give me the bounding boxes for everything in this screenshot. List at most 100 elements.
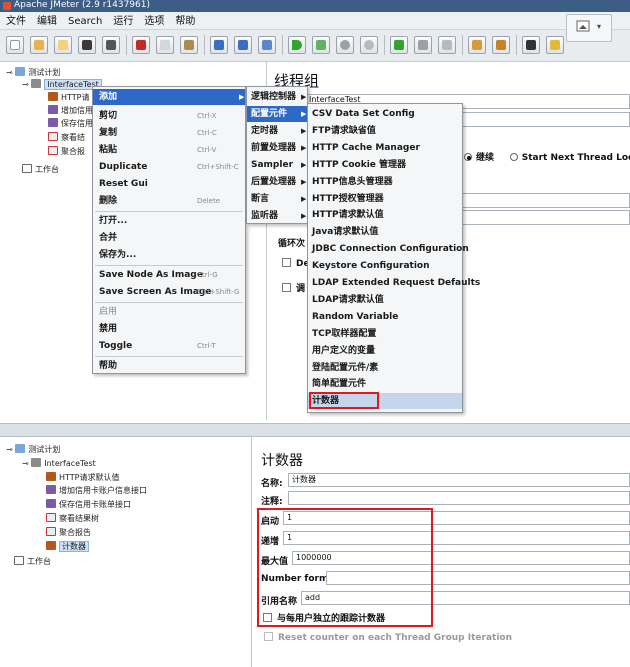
menu-item-save-as[interactable]: 保存为... <box>93 247 245 263</box>
stop-icon[interactable] <box>336 36 354 54</box>
config-item-15[interactable]: 登陆配置元件/素 <box>308 360 462 376</box>
tree-item-results-tree[interactable]: 察看结果树 <box>46 513 99 524</box>
tree-item-counter[interactable]: 计数器 <box>46 541 89 552</box>
tree-item-save-bill-sampler[interactable]: 保存信用卡账单接口 <box>46 499 131 510</box>
menu-run[interactable]: 运行 <box>107 12 138 29</box>
submenu-config-element[interactable]: 配置元件 ▶ <box>247 106 307 122</box>
shutdown-icon[interactable] <box>360 36 378 54</box>
config-item-8[interactable]: JDBC Connection Configuration <box>308 241 469 257</box>
tree-item-thread-group[interactable]: ⊸ InterfaceTest <box>22 79 102 90</box>
submenu-post-processor[interactable]: 后置处理器 ▶ <box>247 174 307 190</box>
start-no-pause-icon[interactable] <box>312 36 330 54</box>
config-item-7[interactable]: Java请求默认值 <box>308 224 462 240</box>
menu-help[interactable]: 帮助 <box>169 12 200 29</box>
menu-item-paste[interactable]: 粘贴 Ctrl-V <box>93 142 245 158</box>
clear-icon[interactable] <box>468 36 486 54</box>
radio-start-next[interactable] <box>509 153 518 161</box>
tree-item-aggregate[interactable]: 聚合报告 <box>46 527 91 538</box>
tree-item-add-card-sampler[interactable]: 增加信用卡账户信息接口 <box>46 485 147 496</box>
menu-item-disable[interactable]: 禁用 <box>93 321 245 337</box>
submenu-timer[interactable]: 定时器 ▶ <box>247 123 307 139</box>
expand-icon[interactable]: ⊸ <box>6 68 15 77</box>
remote-exit-icon[interactable] <box>438 36 456 54</box>
counter-name-input[interactable]: 计数器 <box>288 473 630 487</box>
thread-group-icon <box>31 458 42 467</box>
radio-continue[interactable] <box>464 153 472 161</box>
reset-counter-checkbox: Reset counter on each Thread Group Itera… <box>264 632 512 643</box>
config-item-16[interactable]: 简单配置元件 <box>308 376 462 392</box>
menu-item-save-screen-image[interactable]: Save Screen As Image Ctrl+Shift-G <box>93 284 245 300</box>
menu-item-cut[interactable]: 剪切 Ctrl-X <box>93 108 245 124</box>
tree-item-http-defaults[interactable]: HTTP请 <box>48 92 89 103</box>
tree-item-workbench[interactable]: 工作台 <box>22 164 59 175</box>
toggle-icon[interactable] <box>258 36 276 54</box>
save-as-icon[interactable] <box>102 36 120 54</box>
tree-item-sampler-1[interactable]: 增加信用 <box>48 105 93 116</box>
search-icon[interactable] <box>522 36 540 54</box>
config-item-2[interactable]: HTTP Cache Manager <box>308 140 462 156</box>
config-item-10[interactable]: LDAP Extended Request Defaults <box>308 275 480 291</box>
tree-item-aggregate[interactable]: 聚合报 <box>48 146 85 157</box>
config-item-6[interactable]: HTTP请求默认值 <box>308 207 462 223</box>
remote-stop-icon[interactable] <box>414 36 432 54</box>
submenu-logic-controller[interactable]: 逻辑控制器 ▶ <box>247 89 307 105</box>
tree-item-test-plan[interactable]: ⊸ 测试计划 <box>6 444 60 455</box>
config-item-1[interactable]: FTP请求缺省值 <box>308 123 462 139</box>
clear-all-icon[interactable] <box>492 36 510 54</box>
copy-icon[interactable] <box>156 36 174 54</box>
tree-item-sampler-2[interactable]: 保存信用 <box>48 118 93 129</box>
submenu-assertion[interactable]: 断言 ▶ <box>247 191 307 207</box>
menu-options[interactable]: 选项 <box>138 12 169 29</box>
rampup-field[interactable] <box>460 210 630 225</box>
menu-search[interactable]: Search <box>62 12 107 29</box>
config-item-9[interactable]: Keystore Configuration <box>308 258 462 274</box>
tree-item-thread-group[interactable]: ⊸ InterfaceTest <box>22 458 96 469</box>
config-item-11[interactable]: LDAP请求默认值 <box>308 292 462 308</box>
start-icon[interactable] <box>288 36 306 54</box>
tree-item-workbench[interactable]: 工作台 <box>14 556 51 567</box>
menu-item-reset-gui[interactable]: Reset Gui <box>93 176 245 192</box>
cut-icon[interactable] <box>132 36 150 54</box>
checkbox-delay[interactable]: De <box>282 258 310 269</box>
menu-item-help[interactable]: 帮助 <box>93 358 245 374</box>
submenu-listener[interactable]: 监听器 ▶ <box>247 208 307 224</box>
counter-comment-input[interactable] <box>288 491 630 505</box>
config-item-12[interactable]: Random Variable <box>308 309 462 325</box>
expand-icon[interactable] <box>210 36 228 54</box>
templates-icon[interactable] <box>30 36 48 54</box>
config-item-13[interactable]: TCP取样器配置 <box>308 326 462 342</box>
submenu-sampler[interactable]: Sampler ▶ <box>247 157 307 173</box>
menu-item-save-node-image[interactable]: Save Node As Image Ctrl-G <box>93 267 245 283</box>
menu-item-add[interactable]: 添加 ▶ <box>93 89 245 105</box>
menu-item-merge[interactable]: 合并 <box>93 230 245 246</box>
menu-item-toggle[interactable]: Toggle Ctrl-T <box>93 338 245 354</box>
paste-icon[interactable] <box>180 36 198 54</box>
new-icon[interactable] <box>6 36 24 54</box>
reset-search-icon[interactable] <box>546 36 564 54</box>
config-item-4[interactable]: HTTP信息头管理器 <box>308 174 462 190</box>
remote-start-icon[interactable] <box>390 36 408 54</box>
open-icon[interactable] <box>54 36 72 54</box>
toolbar-overflow-button[interactable]: ▾ <box>566 14 612 42</box>
config-item-3[interactable]: HTTP Cookie 管理器 <box>308 157 462 173</box>
tree-item-http-defaults[interactable]: HTTP请求默认值 <box>46 472 119 483</box>
threads-field[interactable] <box>460 193 630 208</box>
sampler-icon <box>46 485 56 494</box>
menu-item-delete[interactable]: 删除 Delete <box>93 193 245 209</box>
config-item-0[interactable]: CSV Data Set Config <box>308 106 462 122</box>
checkbox-scheduler[interactable]: 调 <box>282 281 305 294</box>
menu-item-open[interactable]: 打开... <box>93 213 245 229</box>
tree-item-results-tree[interactable]: 察看结 <box>48 132 85 143</box>
menu-file[interactable]: 文件 <box>0 12 31 29</box>
menu-item-copy[interactable]: 复制 Ctrl-C <box>93 125 245 141</box>
collapse-icon[interactable] <box>234 36 252 54</box>
svg-text:▾: ▾ <box>597 22 601 31</box>
save-icon[interactable] <box>78 36 96 54</box>
menu-edit[interactable]: 编辑 <box>31 12 62 29</box>
tree-item-test-plan[interactable]: ⊸ 测试计划 <box>6 67 60 78</box>
submenu-pre-processor[interactable]: 前置处理器 ▶ <box>247 140 307 156</box>
config-item-5[interactable]: HTTP授权管理器 <box>308 191 462 207</box>
config-item-14[interactable]: 用户定义的变量 <box>308 343 462 359</box>
menu-item-duplicate[interactable]: Duplicate Ctrl+Shift-C <box>93 159 245 175</box>
add-submenu: 逻辑控制器 ▶ 配置元件 ▶ 定时器 ▶ 前置处理器 ▶ Sampler ▶ 后置处理器 ▶… <box>246 86 308 224</box>
